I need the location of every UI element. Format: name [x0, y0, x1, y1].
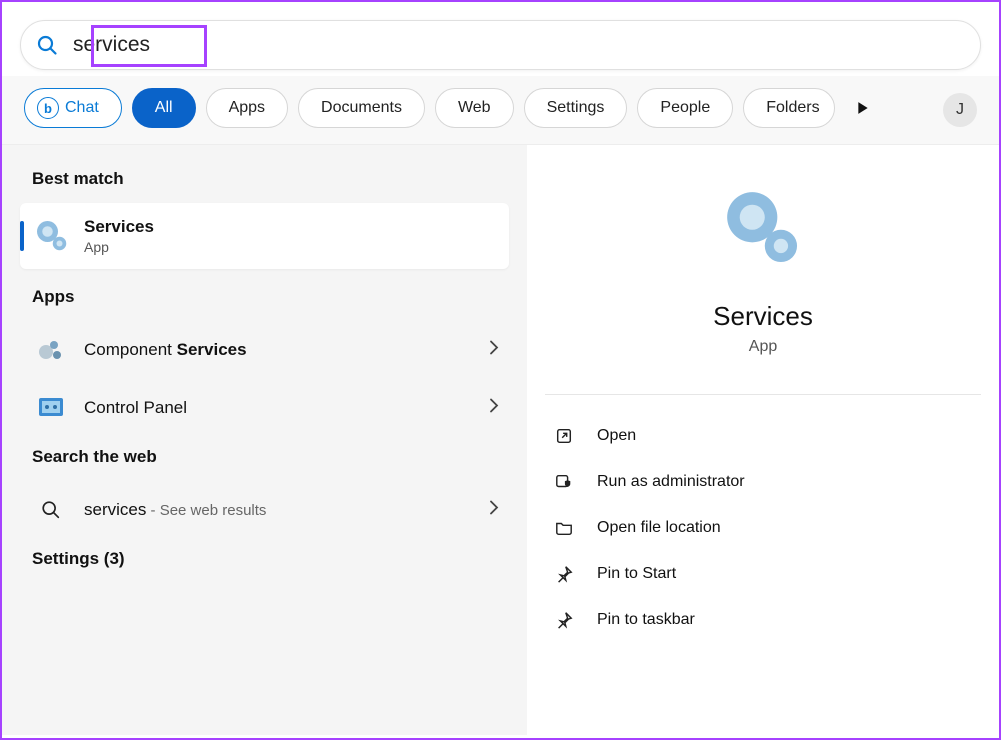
section-best-match: Best match — [2, 159, 527, 203]
selection-indicator — [20, 221, 24, 251]
action-open[interactable]: Open — [545, 413, 981, 459]
pin-icon — [553, 609, 575, 631]
action-label: Open — [597, 427, 636, 445]
preview-app-icon — [720, 185, 806, 271]
tab-label: All — [155, 99, 173, 117]
result-title: Services — [84, 217, 154, 237]
result-label: services - See web results — [84, 500, 266, 520]
action-label: Pin to taskbar — [597, 611, 695, 629]
results-panel: Best match Services App Apps Component S… — [2, 145, 527, 735]
tab-label: Settings — [547, 99, 605, 117]
tab-all[interactable]: All — [132, 88, 196, 128]
tab-people[interactable]: People — [637, 88, 733, 128]
tab-chat[interactable]: b Chat — [24, 88, 122, 128]
action-label: Open file location — [597, 519, 721, 537]
search-bar-container — [2, 2, 999, 76]
search-icon — [36, 495, 66, 525]
filter-tabs: b Chat All Apps Documents Web Settings P… — [2, 76, 999, 145]
tab-label: People — [660, 99, 710, 117]
open-icon — [553, 425, 575, 447]
search-icon — [21, 33, 73, 57]
action-run-admin[interactable]: Run as administrator — [545, 459, 981, 505]
best-match-text: Services App — [84, 217, 154, 255]
section-search-web: Search the web — [2, 437, 527, 481]
control-panel-icon — [36, 393, 66, 423]
action-label: Pin to Start — [597, 565, 676, 583]
search-input[interactable] — [73, 29, 980, 61]
preview-subtitle: App — [545, 338, 981, 356]
action-pin-start[interactable]: Pin to Start — [545, 551, 981, 597]
result-label: Control Panel — [84, 398, 187, 418]
result-subtitle: App — [84, 239, 154, 255]
result-control-panel[interactable]: Control Panel — [2, 379, 527, 437]
divider — [545, 394, 981, 395]
user-initial: J — [956, 101, 964, 119]
tab-apps[interactable]: Apps — [206, 88, 288, 128]
result-label: Component Services — [84, 340, 247, 360]
component-services-icon — [36, 335, 66, 365]
tab-folders[interactable]: Folders — [743, 88, 834, 128]
tab-label: Documents — [321, 99, 402, 117]
preview-title: Services — [545, 301, 981, 332]
preview-panel: Services App Open Run as administrator O… — [527, 145, 999, 735]
action-pin-taskbar[interactable]: Pin to taskbar — [545, 597, 981, 643]
tab-label: Web — [458, 99, 491, 117]
result-component-services[interactable]: Component Services — [2, 321, 527, 379]
search-input-wrap[interactable] — [20, 20, 981, 70]
bing-chat-icon: b — [37, 97, 59, 119]
user-avatar[interactable]: J — [943, 93, 977, 127]
section-apps: Apps — [2, 277, 527, 321]
tab-label: Folders — [766, 99, 819, 117]
chevron-right-icon — [489, 500, 499, 521]
best-match-result[interactable]: Services App — [20, 203, 509, 269]
tab-documents[interactable]: Documents — [298, 88, 425, 128]
pin-icon — [553, 563, 575, 585]
folder-icon — [553, 517, 575, 539]
tab-label: Chat — [65, 99, 99, 117]
tab-settings[interactable]: Settings — [524, 88, 628, 128]
action-open-location[interactable]: Open file location — [545, 505, 981, 551]
shield-admin-icon — [553, 471, 575, 493]
tab-label: Apps — [229, 99, 265, 117]
more-tabs-button[interactable] — [849, 94, 877, 122]
result-web-search[interactable]: services - See web results — [2, 481, 527, 539]
services-gear-icon — [34, 218, 70, 254]
main-content: Best match Services App Apps Component S… — [2, 145, 999, 735]
play-icon — [856, 101, 870, 115]
section-settings: Settings (3) — [2, 539, 527, 583]
chevron-right-icon — [489, 398, 499, 419]
chevron-right-icon — [489, 340, 499, 361]
action-label: Run as administrator — [597, 473, 745, 491]
tab-web[interactable]: Web — [435, 88, 514, 128]
